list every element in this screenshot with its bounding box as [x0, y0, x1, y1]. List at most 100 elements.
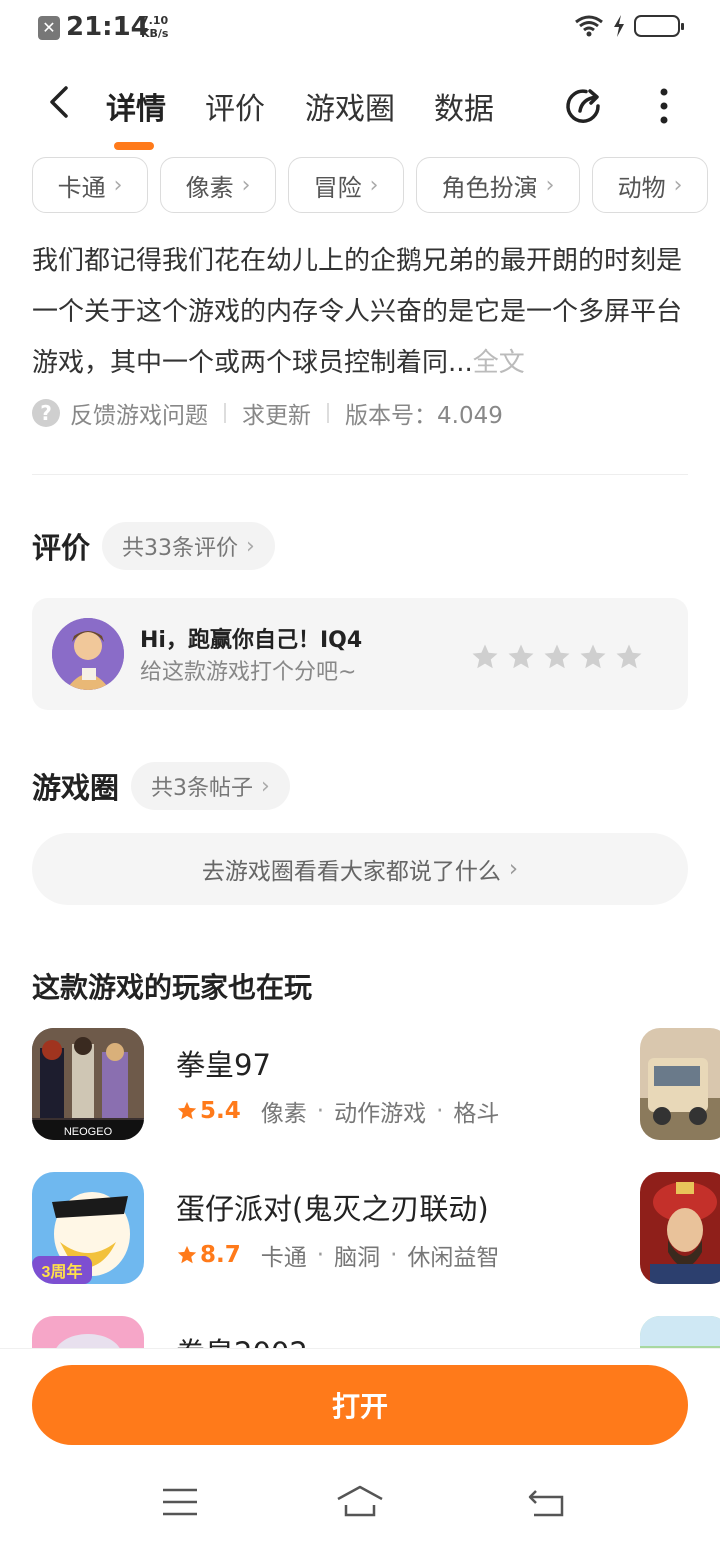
- tag-list: 卡通 › 像素 › 冒险 › 角色扮演 › 动物 ›: [32, 157, 720, 215]
- game-thumb-portrait[interactable]: [640, 1172, 720, 1284]
- reviews-header: 评价 共33条评价 ›: [32, 522, 275, 570]
- tag-label: 像素: [185, 173, 234, 202]
- open-button[interactable]: 打开: [32, 1365, 688, 1445]
- top-nav: 详情 评价 游戏圈 数据: [0, 72, 720, 152]
- status-bar: ✕ 21:14 7.10 KB/s: [0, 0, 720, 56]
- chevron-right-icon: ›: [545, 172, 555, 198]
- game-tag: 脑洞: [334, 1245, 381, 1271]
- game-meta: 8.7 卡通 · 脑洞 · 休闲益智: [176, 1238, 499, 1272]
- status-icons: [574, 14, 684, 38]
- game-thumb-truck[interactable]: [640, 1028, 720, 1140]
- more-icon[interactable]: [652, 84, 676, 128]
- game-icon-eggy-party: 3周年: [32, 1172, 144, 1284]
- chevron-right-icon: ›: [246, 533, 255, 559]
- tag-label: 角色扮演: [441, 173, 538, 202]
- avatar-illustration: [52, 618, 124, 690]
- share-icon[interactable]: [562, 84, 606, 128]
- visit-circle-label: 去游戏圈看看大家都说了什么: [201, 859, 501, 885]
- chevron-right-icon: ›: [508, 856, 519, 882]
- tag-dot: ·: [316, 1098, 325, 1124]
- tag-chip[interactable]: 角色扮演 ›: [416, 157, 580, 213]
- reviews-count-label: 共33条评价: [122, 536, 239, 561]
- game-tag: 像素: [260, 1101, 307, 1127]
- tag-label: 动物: [617, 173, 666, 202]
- active-tab-indicator: [114, 142, 154, 150]
- charging-icon: [614, 15, 624, 37]
- tag-chip[interactable]: 冒险 ›: [288, 157, 404, 213]
- bottom-bar: 打开: [0, 1348, 720, 1544]
- game-score: 8.7: [200, 1242, 241, 1268]
- star-icon[interactable]: [470, 642, 500, 672]
- game-tag: 格斗: [453, 1101, 500, 1127]
- tag-chip[interactable]: 卡通 ›: [32, 157, 148, 213]
- tag-dot: ·: [316, 1242, 325, 1268]
- tag-dot: ·: [390, 1242, 398, 1268]
- battery-icon: [634, 15, 684, 37]
- chevron-right-icon: ›: [673, 172, 683, 198]
- description-text: 我们都记得我们花在幼儿上的企鹅兄弟的最开朗的时刻是一个关于这个游戏的内存令人兴奋…: [32, 246, 683, 378]
- avatar: [52, 618, 124, 690]
- read-more-link[interactable]: 全文: [473, 348, 525, 378]
- chevron-right-icon: ›: [261, 773, 270, 799]
- separator: [327, 403, 329, 423]
- menu-icon[interactable]: [163, 1488, 197, 1516]
- reviews-title: 评价: [32, 531, 91, 565]
- game-item[interactable]: 3周年 蛋仔派对(鬼灭之刃联动) 8.7 卡通 · 脑洞 · 休闲益智: [32, 1172, 632, 1284]
- rating-stars: [470, 642, 644, 672]
- circle-title: 游戏圈: [32, 771, 120, 805]
- tab-reviews[interactable]: 评价: [205, 84, 265, 128]
- question-icon: ?: [32, 399, 60, 427]
- visit-circle-button[interactable]: 去游戏圈看看大家都说了什么 ›: [32, 833, 688, 905]
- game-icon-caption: 3周年: [42, 1262, 83, 1281]
- star-icon: [177, 1245, 197, 1264]
- request-update-link[interactable]: 求更新: [242, 396, 311, 430]
- rate-prompt: 给这款游戏打个分吧~: [140, 660, 357, 685]
- feedback-link[interactable]: 反馈游戏问题: [70, 396, 208, 430]
- star-icon[interactable]: [578, 642, 608, 672]
- tag-label: 冒险: [313, 173, 362, 202]
- network-speed-value: 7.10: [141, 14, 169, 27]
- tag-dot: ·: [436, 1098, 444, 1124]
- tab-game-circle[interactable]: 游戏圈: [305, 84, 395, 128]
- game-tag: 休闲益智: [407, 1245, 500, 1271]
- notification-icon: ✕: [38, 16, 60, 40]
- star-icon[interactable]: [542, 642, 572, 672]
- star-icon[interactable]: [614, 642, 644, 672]
- game-name: 蛋仔派对(鬼灭之刃联动): [176, 1192, 489, 1226]
- posts-count-button[interactable]: 共3条帖子 ›: [131, 762, 290, 810]
- star-icon[interactable]: [506, 642, 536, 672]
- status-time: 21:14: [66, 12, 149, 42]
- tag-chip[interactable]: 像素 ›: [160, 157, 276, 213]
- tag-chip[interactable]: 动物 ›: [592, 157, 708, 213]
- posts-count-label: 共3条帖子: [151, 776, 254, 801]
- version-label: 版本号：4.049: [345, 403, 503, 429]
- recommend-title: 这款游戏的玩家也在玩: [32, 971, 313, 1004]
- game-tag: 动作游戏: [334, 1101, 427, 1127]
- game-score: 5.4: [200, 1098, 241, 1124]
- tag-label: 卡通: [57, 173, 106, 202]
- tab-details[interactable]: 详情: [106, 84, 166, 128]
- tab-data[interactable]: 数据: [434, 84, 494, 128]
- home-icon[interactable]: [337, 1485, 383, 1517]
- star-icon: [177, 1101, 197, 1120]
- network-speed: 7.10 KB/s: [141, 14, 168, 40]
- game-description: 我们都记得我们花在幼儿上的企鹅兄弟的最开朗的时刻是一个关于这个游戏的内存令人兴奋…: [32, 236, 692, 389]
- back-nav-icon[interactable]: [528, 1490, 564, 1517]
- wifi-icon: [575, 15, 603, 37]
- rate-greeting: Hi，跑赢你自己！IQ4: [140, 628, 363, 653]
- chevron-right-icon: ›: [241, 172, 251, 198]
- game-item[interactable]: NEOGEO 拳皇97 5.4 像素 · 动作游戏 · 格斗: [32, 1028, 632, 1140]
- game-name: 拳皇97: [176, 1048, 271, 1082]
- system-nav: [163, 1485, 564, 1517]
- back-icon[interactable]: [40, 82, 80, 122]
- game-tag: 卡通: [260, 1245, 307, 1271]
- meta-row: ? 反馈游戏问题 求更新 版本号：4.049: [32, 396, 503, 430]
- rate-card[interactable]: Hi，跑赢你自己！IQ4 给这款游戏打个分吧~: [32, 598, 688, 710]
- chevron-right-icon: ›: [369, 172, 379, 198]
- game-icon-caption: NEOGEO: [64, 1126, 113, 1138]
- divider: [32, 474, 688, 475]
- separator: [224, 403, 226, 423]
- game-meta: 5.4 像素 · 动作游戏 · 格斗: [176, 1094, 499, 1128]
- network-speed-unit: KB/s: [141, 27, 169, 40]
- reviews-count-button[interactable]: 共33条评价 ›: [102, 522, 275, 570]
